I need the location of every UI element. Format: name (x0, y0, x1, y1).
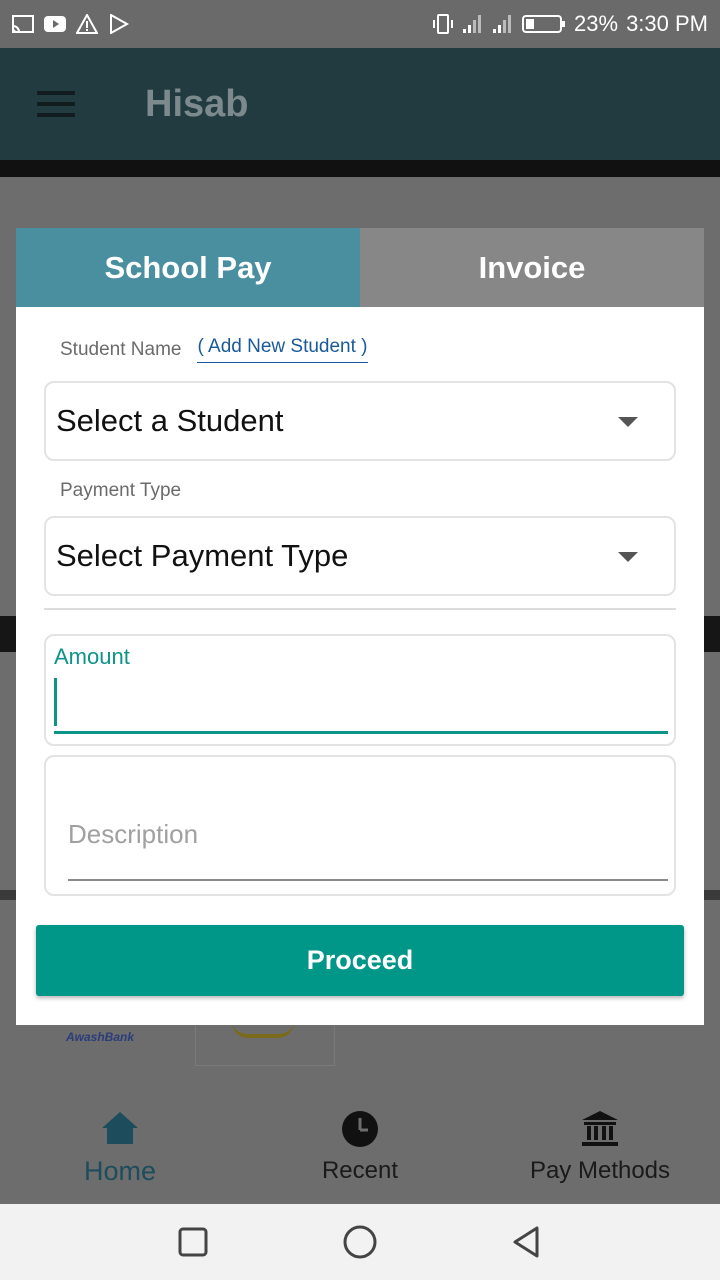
payment-type-select[interactable]: Select Payment Type (44, 516, 676, 596)
home-icon (102, 1111, 138, 1144)
payment-type-label: Payment Type (60, 480, 182, 501)
clock-time: 3:30 PM (626, 11, 708, 36)
clock-icon (342, 1111, 378, 1147)
tab-invoice[interactable]: Invoice (360, 228, 704, 307)
student-label-row: Student Name ( Add New Student ) (60, 336, 368, 363)
recents-square-icon[interactable] (173, 1222, 213, 1262)
home-circle-icon[interactable] (340, 1222, 380, 1262)
tab-school-pay[interactable]: School Pay (16, 228, 360, 307)
description-underline (68, 879, 668, 881)
vibrate-icon (433, 14, 454, 34)
youtube-icon (44, 16, 66, 32)
divider (44, 608, 676, 610)
signal-icon (493, 15, 512, 33)
nav-home-label: Home (83, 1155, 157, 1186)
app-title: Hisab (145, 82, 249, 125)
student-name-label: Student Name (60, 338, 182, 360)
nav-recent[interactable]: Recent (240, 1090, 480, 1204)
battery-percent: 23% (574, 11, 619, 36)
description-field-card: Description (44, 755, 676, 896)
amount-field-card: Amount (44, 634, 676, 746)
nav-pay-methods[interactable]: Pay Methods (480, 1090, 720, 1204)
menu-icon[interactable] (37, 91, 75, 117)
bottom-nav: Home Recent Pay Methods (0, 1090, 720, 1204)
payment-dialog: School Pay Invoice Student Name ( Add Ne… (16, 228, 704, 1025)
status-bar: 23% 3:30 PM (0, 0, 720, 48)
system-nav-bar (0, 1204, 720, 1280)
student-select-value: Select a Student (56, 403, 284, 438)
warning-icon (76, 14, 98, 34)
payment-type-select-value: Select Payment Type (56, 538, 349, 573)
play-store-icon (110, 14, 130, 34)
payment-type-label-row: Payment Type (60, 480, 181, 502)
nav-recent-label: Recent (321, 1157, 399, 1184)
nav-pay-methods-label: Pay Methods (529, 1157, 671, 1184)
add-new-student-link[interactable]: ( Add New Student ) (197, 336, 368, 363)
app-bar: Hisab (0, 48, 720, 160)
text-cursor (54, 678, 57, 726)
student-select[interactable]: Select a Student (44, 381, 676, 461)
amount-label: Amount (54, 644, 130, 669)
app-bar-shadow (0, 160, 720, 177)
dialog-tabs: School Pay Invoice (16, 228, 704, 307)
proceed-button[interactable]: Proceed (36, 925, 684, 996)
amount-input[interactable] (54, 676, 668, 734)
cast-icon (12, 15, 34, 33)
awash-bank-logo: AwashBank (66, 1030, 135, 1044)
bank-icon (582, 1111, 618, 1146)
dropdown-arrow-icon (618, 552, 638, 562)
battery-icon (522, 15, 566, 33)
description-input[interactable]: Description (68, 819, 198, 850)
nav-home[interactable]: Home (0, 1090, 240, 1204)
signal-icon (463, 15, 482, 33)
back-triangle-icon[interactable] (507, 1222, 547, 1262)
dropdown-arrow-icon (618, 417, 638, 427)
